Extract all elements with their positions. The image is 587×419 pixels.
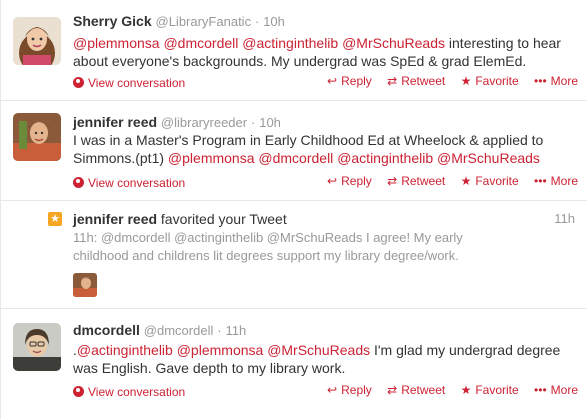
conversation-icon — [73, 77, 84, 88]
star-icon: ★ — [460, 74, 472, 88]
author-name[interactable]: Sherry Gick — [73, 13, 152, 29]
mention-link[interactable]: @plemmonsa — [177, 342, 264, 358]
mention-link[interactable]: @actinginthelib — [242, 35, 338, 51]
mention-link[interactable]: @MrSchuReads — [342, 35, 445, 51]
view-conversation-link[interactable]: View conversation — [73, 175, 185, 191]
tweet-actions: ↩ Reply ⇄ Retweet ★ Favorite ••• More — [315, 73, 578, 89]
tweet-header: dmcordell @dmcordell · 11h — [73, 321, 246, 340]
more-label: More — [550, 174, 578, 188]
reply-icon: ↩ — [327, 174, 338, 188]
separator-dot: · — [250, 115, 256, 130]
favorite-label: Favorite — [475, 74, 519, 88]
view-conversation-link[interactable]: View conversation — [73, 384, 185, 400]
reply-button[interactable]: ↩ Reply — [327, 74, 372, 88]
favorite-button[interactable]: ★ Favorite — [461, 174, 519, 188]
separator-dot: · — [217, 323, 222, 338]
more-label: More — [550, 74, 578, 88]
avatar[interactable] — [73, 273, 97, 297]
tweet-header: Sherry Gick @LibraryFanatic · 10h — [73, 12, 285, 31]
mention-link[interactable]: @MrSchuReads — [267, 342, 370, 358]
more-icon: ••• — [534, 383, 547, 397]
notification-header: jennifer reed favorited your Tweet — [73, 210, 287, 228]
more-label: More — [550, 383, 578, 397]
more-button[interactable]: ••• More — [534, 383, 578, 397]
retweet-label: Retweet — [401, 74, 446, 88]
timestamp[interactable]: 11h — [554, 211, 575, 226]
favorite-label: Favorite — [475, 174, 519, 188]
author-name[interactable]: dmcordell — [73, 322, 140, 338]
tweet-actions: ↩ Reply ⇄ Retweet ★ Favorite ••• More — [315, 173, 578, 189]
avatar[interactable] — [13, 323, 61, 371]
retweet-icon: ⇄ — [387, 174, 398, 188]
avatar[interactable] — [13, 17, 61, 65]
author-name[interactable]: jennifer reed — [73, 114, 157, 130]
separator-dot: · — [254, 14, 260, 29]
reply-label: Reply — [341, 383, 372, 397]
star-icon: ★ — [48, 212, 62, 226]
star-icon: ★ — [460, 174, 472, 188]
more-icon: ••• — [534, 174, 547, 188]
notifier-name[interactable]: jennifer reed — [73, 211, 157, 227]
retweet-button[interactable]: ⇄ Retweet — [387, 383, 445, 397]
timestamp[interactable]: 10h — [259, 115, 281, 130]
mention-link[interactable]: @actinginthelib — [337, 150, 433, 166]
mention-link[interactable]: @dmcordell — [163, 35, 238, 51]
star-icon: ★ — [460, 383, 472, 397]
favorited-tweet-text[interactable]: 11h: @dmcordell @actinginthelib @MrSchuR… — [73, 229, 483, 265]
tweet-actions: ↩ Reply ⇄ Retweet ★ Favorite ••• More — [315, 382, 578, 398]
timestamp[interactable]: 10h — [263, 14, 285, 29]
avatar[interactable] — [13, 113, 61, 161]
reply-button[interactable]: ↩ Reply — [327, 383, 372, 397]
author-handle[interactable]: @dmcordell — [144, 323, 214, 338]
tweet-text: .@actinginthelib @plemmonsa @MrSchuReads… — [73, 341, 573, 377]
tweet-stream: Sherry Gick @LibraryFanatic · 10h @plemm… — [0, 0, 587, 419]
reply-icon: ↩ — [327, 383, 338, 397]
mention-link[interactable]: @plemmonsa — [168, 150, 255, 166]
more-button[interactable]: ••• More — [534, 74, 578, 88]
conversation-icon — [73, 177, 84, 188]
view-conversation-link[interactable]: View conversation — [73, 75, 185, 91]
tweet-item[interactable]: jennifer reed @libraryreeder · 10h I was… — [1, 101, 587, 201]
more-button[interactable]: ••• More — [534, 174, 578, 188]
author-handle[interactable]: @LibraryFanatic — [156, 14, 252, 29]
retweet-icon: ⇄ — [387, 383, 398, 397]
mention-link[interactable]: @plemmonsa — [73, 35, 160, 51]
more-icon: ••• — [534, 74, 547, 88]
retweet-label: Retweet — [401, 174, 446, 188]
mention-link[interactable]: @actinginthelib — [77, 342, 173, 358]
timestamp[interactable]: 11h — [225, 323, 246, 338]
author-handle[interactable]: @libraryreeder — [161, 115, 247, 130]
conversation-icon — [73, 386, 84, 397]
reply-icon: ↩ — [327, 74, 338, 88]
retweet-button[interactable]: ⇄ Retweet — [387, 174, 445, 188]
tweet-item[interactable]: Sherry Gick @LibraryFanatic · 10h @plemm… — [1, 0, 587, 101]
tweet-item[interactable]: dmcordell @dmcordell · 11h .@actinginthe… — [1, 309, 587, 419]
favorite-button[interactable]: ★ Favorite — [461, 383, 519, 397]
reply-button[interactable]: ↩ Reply — [327, 174, 372, 188]
retweet-icon: ⇄ — [387, 74, 398, 88]
view-conversation-label: View conversation — [88, 385, 186, 399]
retweet-button[interactable]: ⇄ Retweet — [387, 74, 445, 88]
mention-link[interactable]: @dmcordell — [258, 150, 333, 166]
favorite-label: Favorite — [475, 383, 519, 397]
tweet-text: @plemmonsa @dmcordell @actinginthelib @M… — [73, 34, 573, 70]
notification-verb: favorited your Tweet — [160, 211, 287, 227]
view-conversation-label: View conversation — [88, 176, 186, 190]
mention-link[interactable]: @MrSchuReads — [437, 150, 540, 166]
tweet-text: I was in a Master's Program in Early Chi… — [73, 131, 573, 167]
tweet-header: jennifer reed @libraryreeder · 10h — [73, 113, 281, 132]
retweet-label: Retweet — [401, 383, 446, 397]
reply-label: Reply — [341, 74, 372, 88]
reply-label: Reply — [341, 174, 372, 188]
view-conversation-label: View conversation — [88, 76, 186, 90]
favorite-button[interactable]: ★ Favorite — [461, 74, 519, 88]
